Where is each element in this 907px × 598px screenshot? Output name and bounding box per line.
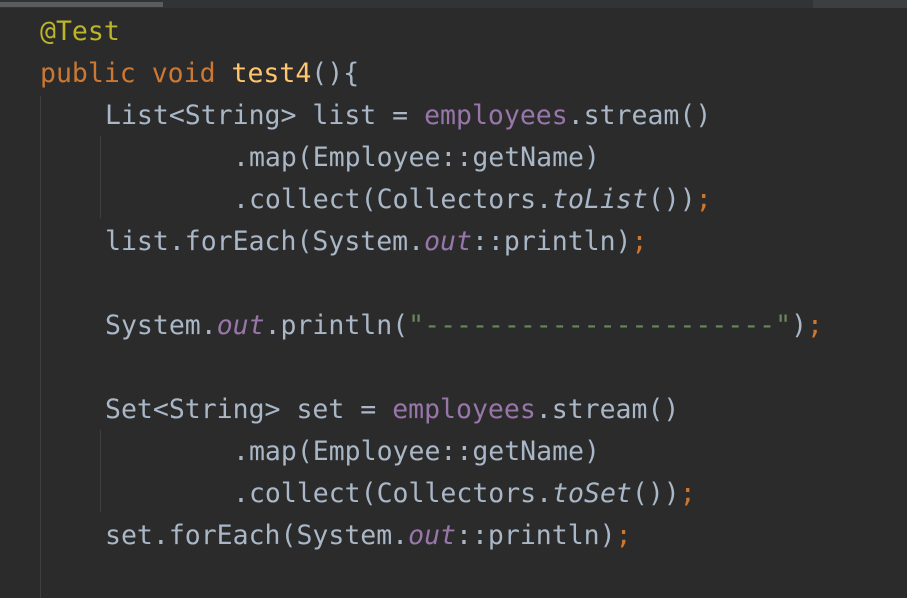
- code-token-static-method: toList: [552, 184, 648, 215]
- code-token-field: employees: [392, 394, 536, 425]
- code-token-plain: ::println): [456, 520, 616, 551]
- code-line[interactable]: .map(Employee::getName): [233, 431, 600, 473]
- code-token-static-field: out: [424, 226, 472, 257]
- code-line[interactable]: list.forEach(System.out::println);: [105, 221, 647, 263]
- code-token-plain: System.: [105, 310, 217, 341]
- code-editor[interactable]: @Test public void test4(){List<String> li…: [0, 0, 907, 598]
- code-token-keyword: public: [40, 58, 136, 89]
- code-line[interactable]: set.forEach(System.out::println);: [105, 515, 632, 557]
- code-line[interactable]: .collect(Collectors.toList());: [233, 179, 712, 221]
- code-token-field: employees: [424, 100, 568, 131]
- code-token-plain: .stream(): [535, 394, 680, 425]
- code-token-plain: Set<String> set =: [105, 394, 393, 425]
- code-token-keyword: void: [151, 58, 216, 89]
- indent-guide: [100, 430, 101, 512]
- code-token-static-method: toSet: [552, 478, 632, 509]
- indent-guide: [100, 136, 101, 218]
- code-token-semi: ;: [679, 478, 696, 509]
- code-token-plain: .map(Employee::getName): [233, 142, 600, 173]
- code-token-semi: ;: [631, 226, 648, 257]
- indent-guide: [40, 96, 41, 598]
- horizontal-scrollbar[interactable]: [0, 0, 907, 8]
- code-token-plain: .collect(Collectors.: [233, 184, 553, 215]
- code-token-semi: ;: [807, 310, 823, 341]
- code-token-plain: .stream(): [567, 100, 712, 131]
- code-token-static-field: out: [408, 520, 457, 551]
- code-token-semi: ;: [695, 184, 712, 215]
- code-token-plain: .println(: [264, 310, 409, 341]
- code-token-method-decl: test4: [231, 58, 312, 89]
- code-token-plain: list.forEach(System.: [105, 226, 425, 257]
- code-token-semi: ;: [615, 520, 632, 551]
- code-line[interactable]: System.out.println("--------------------…: [105, 305, 823, 347]
- code-token-plain: List<String> list =: [105, 100, 425, 131]
- code-line[interactable]: .map(Employee::getName): [233, 137, 600, 179]
- code-line[interactable]: @Test: [40, 11, 120, 53]
- code-token-plain: ): [791, 310, 808, 341]
- scrollbar-track-end: [813, 0, 907, 8]
- code-token-plain: ::println): [471, 226, 632, 257]
- scrollbar-thumb[interactable]: [0, 2, 163, 7]
- code-line[interactable]: List<String> list = employees.stream(): [105, 95, 711, 137]
- code-line[interactable]: Set<String> set = employees.stream(): [105, 389, 679, 431]
- code-token-static-field: out: [216, 310, 265, 341]
- code-token-annotation: @Test: [40, 16, 120, 47]
- code-token-plain: .map(Employee::getName): [233, 436, 600, 467]
- code-token-plain: ()): [631, 478, 680, 509]
- code-token-plain: .collect(Collectors.: [233, 478, 553, 509]
- code-line[interactable]: .collect(Collectors.toSet());: [233, 473, 696, 515]
- code-token-plain: set.forEach(System.: [105, 520, 409, 551]
- code-line[interactable]: public void test4(){: [40, 53, 359, 95]
- code-token-plain: ()): [647, 184, 696, 215]
- code-token-plain: (){: [311, 58, 360, 89]
- code-token-string: "----------------------": [408, 310, 792, 341]
